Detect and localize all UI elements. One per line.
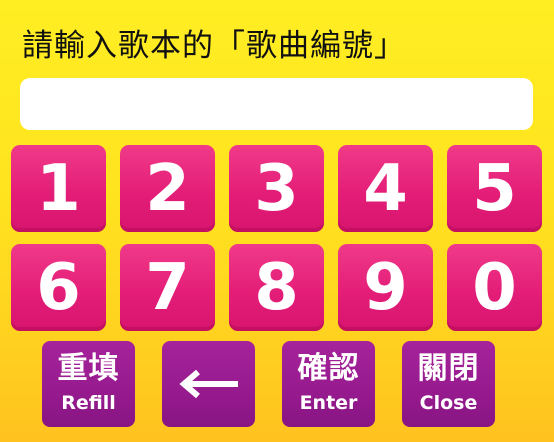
key-0[interactable]: 0 <box>447 244 542 331</box>
key-8-label: 8 <box>254 250 299 325</box>
backspace-button[interactable] <box>162 341 255 427</box>
close-button[interactable]: 關閉 Close <box>402 341 495 427</box>
key-4[interactable]: 4 <box>338 145 433 232</box>
key-8[interactable]: 8 <box>229 244 324 331</box>
refill-button-sublabel: Refill <box>61 392 116 414</box>
key-1[interactable]: 1 <box>11 145 106 232</box>
left-arrow-icon <box>178 369 238 399</box>
key-7[interactable]: 7 <box>120 244 215 331</box>
numeric-keypad: 1 2 3 4 5 6 7 8 9 0 <box>11 145 543 331</box>
key-2-label: 2 <box>145 151 190 226</box>
key-3-label: 3 <box>254 151 299 226</box>
refill-button[interactable]: 重填 Refill <box>42 341 135 427</box>
confirm-button-label: 確認 <box>297 351 360 386</box>
confirm-button-sublabel: Enter <box>299 392 358 414</box>
action-bar: 重填 Refill 確認 Enter 關閉 Close <box>42 341 495 427</box>
confirm-button[interactable]: 確認 Enter <box>282 341 375 427</box>
key-5-label: 5 <box>472 151 517 226</box>
key-4-label: 4 <box>363 151 408 226</box>
key-6-label: 6 <box>36 250 81 325</box>
key-9-label: 9 <box>363 250 408 325</box>
key-7-label: 7 <box>145 250 190 325</box>
song-number-input[interactable] <box>20 78 533 130</box>
prompt-text: 請輸入歌本的「歌曲編號」 <box>22 28 406 64</box>
close-button-label: 關閉 <box>417 351 480 386</box>
song-number-entry-screen: 請輸入歌本的「歌曲編號」 1 2 3 4 5 6 7 8 9 0 重填 Refi… <box>0 0 554 442</box>
key-1-label: 1 <box>36 151 81 226</box>
key-0-label: 0 <box>472 250 517 325</box>
key-9[interactable]: 9 <box>338 244 433 331</box>
key-5[interactable]: 5 <box>447 145 542 232</box>
key-2[interactable]: 2 <box>120 145 215 232</box>
refill-button-label: 重填 <box>57 351 120 386</box>
key-6[interactable]: 6 <box>11 244 106 331</box>
close-button-sublabel: Close <box>419 392 478 414</box>
key-3[interactable]: 3 <box>229 145 324 232</box>
